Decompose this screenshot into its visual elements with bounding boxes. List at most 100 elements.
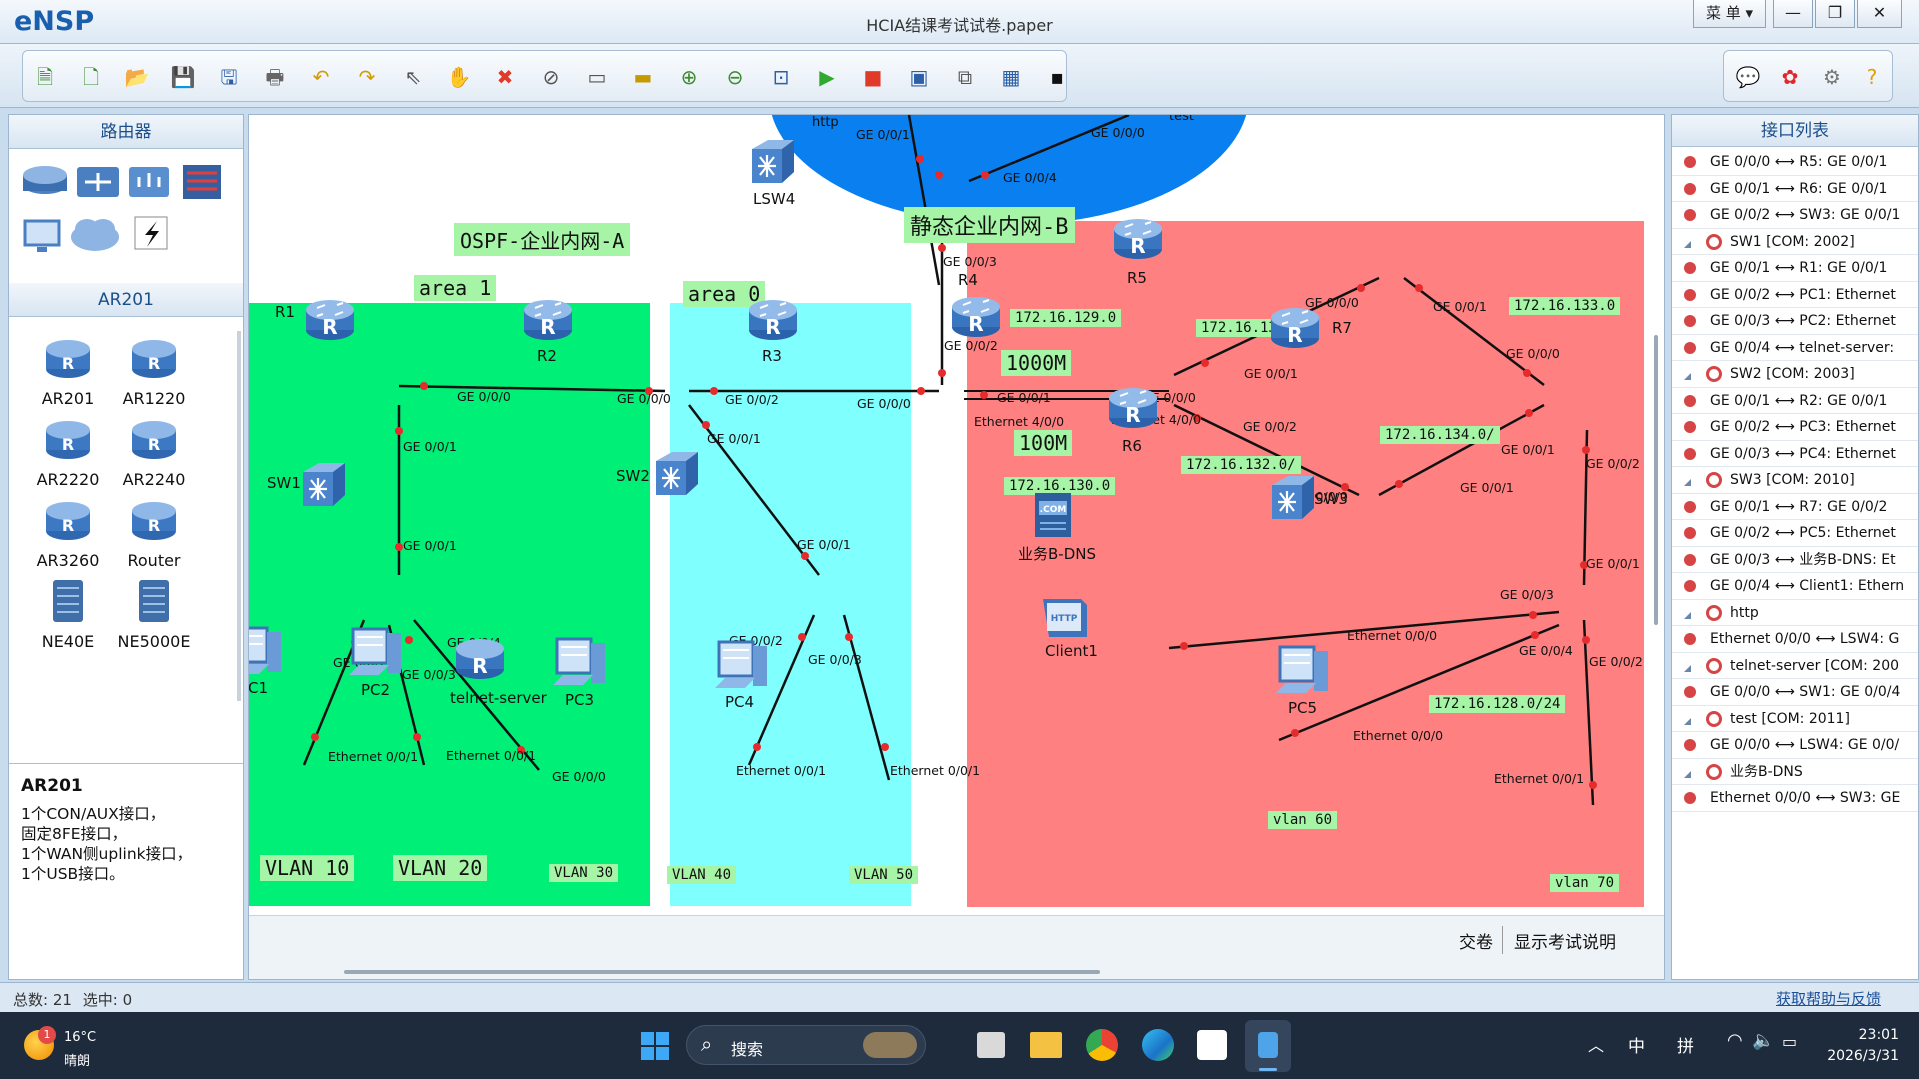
- ime-mode[interactable]: 拼: [1677, 1032, 1694, 1057]
- speed-100m-label[interactable]: 100M: [1014, 430, 1073, 456]
- battery-icon[interactable]: ▭: [1782, 1032, 1797, 1051]
- router-node[interactable]: R: [1106, 382, 1160, 436]
- zoom-in-icon[interactable]: ⊕: [675, 63, 703, 91]
- device-model-item[interactable]: R AR1220: [113, 335, 195, 408]
- device-model-item[interactable]: NE5000E: [113, 578, 195, 651]
- interface-row[interactable]: Ethernet 0/0/0 ⟷ SW3: GE: [1672, 785, 1918, 812]
- client-node[interactable]: HTTP: [1039, 595, 1091, 645]
- taskbar-search[interactable]: ⌕ 搜索: [686, 1025, 926, 1065]
- interface-row[interactable]: Ethernet 0/0/0 ⟷ LSW4: G: [1672, 626, 1918, 653]
- switch-node[interactable]: [746, 137, 798, 191]
- subnet-label[interactable]: 172.16.134.0/: [1380, 426, 1500, 444]
- edge-icon[interactable]: [1142, 1029, 1174, 1061]
- pc-category-icon[interactable]: [23, 219, 61, 252]
- interface-row[interactable]: GE 0/0/1 ⟷ R7: GE 0/0/2: [1672, 494, 1918, 520]
- interface-row[interactable]: GE 0/0/1 ⟷ R1: GE 0/0/1: [1672, 255, 1918, 282]
- interface-row[interactable]: GE 0/0/2 ⟷ SW3: GE 0/0/1: [1672, 202, 1918, 229]
- help-feedback-link[interactable]: 获取帮助与反馈: [1776, 988, 1881, 1009]
- weather-temp[interactable]: 16°C: [64, 1030, 96, 1045]
- interface-row[interactable]: GE 0/0/2 ⟷ PC5: Ethernet: [1672, 520, 1918, 547]
- interface-device-row[interactable]: SW3 [COM: 2010]: [1672, 467, 1918, 494]
- vlan-label[interactable]: VLAN 30: [549, 864, 619, 882]
- help-icon[interactable]: ?: [1858, 63, 1886, 91]
- device-model-item[interactable]: R AR201: [27, 335, 109, 408]
- telnet-server-node[interactable]: R: [453, 633, 507, 687]
- wifi-icon[interactable]: ◠: [1727, 1030, 1743, 1051]
- select-icon[interactable]: ⇖: [399, 63, 427, 91]
- windows-start-icon[interactable]: [641, 1032, 669, 1060]
- switch-category-icon[interactable]: [77, 167, 119, 197]
- speed-1000m-label[interactable]: 1000M: [1001, 350, 1072, 376]
- topology-canvas[interactable]: OSPF-企业内网-A 静态企业内网-B area 1 area 0 1000M…: [249, 115, 1664, 915]
- subnet-label[interactable]: 172.16.133.0: [1509, 297, 1621, 315]
- router-node[interactable]: R: [1111, 213, 1165, 267]
- undo-icon[interactable]: ↶: [307, 63, 335, 91]
- zone-a-title[interactable]: OSPF-企业内网-A: [454, 223, 631, 256]
- expand-arrow-icon[interactable]: [1684, 717, 1691, 725]
- vertical-scrollbar[interactable]: [1654, 335, 1658, 625]
- interface-row[interactable]: GE 0/0/2 ⟷ PC1: Ethernet: [1672, 282, 1918, 308]
- topology-icon[interactable]: ⧉: [951, 63, 979, 91]
- save-as-icon[interactable]: 🖫: [215, 63, 243, 91]
- expand-arrow-icon[interactable]: [1684, 240, 1691, 248]
- fit-window-icon[interactable]: ⊡: [767, 63, 795, 91]
- pc-node[interactable]: [249, 622, 287, 688]
- switch-node[interactable]: [297, 460, 349, 514]
- firewall-category-icon[interactable]: [183, 165, 221, 199]
- ime-lang[interactable]: 中: [1628, 1032, 1645, 1057]
- chat-icon[interactable]: 💬: [1734, 63, 1762, 91]
- interface-row[interactable]: GE 0/0/0 ⟷ R5: GE 0/0/1: [1672, 149, 1918, 176]
- dns-server-node[interactable]: .COM: [1031, 491, 1075, 543]
- router-node[interactable]: R: [949, 291, 1003, 345]
- vlan-label[interactable]: vlan 70: [1550, 874, 1620, 892]
- vlan-label[interactable]: vlan 60: [1268, 811, 1338, 829]
- delete-icon[interactable]: ✖: [491, 63, 519, 91]
- interface-device-row[interactable]: telnet-server [COM: 200: [1672, 653, 1918, 679]
- device-model-item[interactable]: R Router: [113, 497, 195, 570]
- stop-devices-icon[interactable]: ■: [859, 63, 887, 91]
- vlan-label[interactable]: VLAN 50: [849, 866, 919, 884]
- expand-arrow-icon[interactable]: [1684, 770, 1691, 778]
- interface-row[interactable]: GE 0/0/1 ⟷ R2: GE 0/0/1: [1672, 388, 1918, 414]
- expand-arrow-icon[interactable]: [1684, 611, 1691, 619]
- delete-link-icon[interactable]: ⊘: [537, 63, 565, 91]
- settings-icon[interactable]: ⚙: [1818, 63, 1846, 91]
- interface-row[interactable]: GE 0/0/3 ⟷ PC4: Ethernet: [1672, 441, 1918, 467]
- print-icon[interactable]: 🖶: [261, 63, 289, 91]
- expand-arrow-icon[interactable]: [1684, 664, 1691, 672]
- save-icon[interactable]: 💾: [169, 63, 197, 91]
- show-hidden-icons[interactable]: ︿: [1588, 1032, 1604, 1056]
- show-exam-desc-button[interactable]: 显示考试说明: [1514, 928, 1616, 953]
- pc-node[interactable]: [347, 623, 407, 689]
- submit-exam-button[interactable]: 交卷: [1459, 928, 1493, 953]
- store-icon[interactable]: [1197, 1030, 1227, 1060]
- router-node[interactable]: R: [746, 294, 800, 348]
- router-category-icon[interactable]: [23, 166, 67, 194]
- expand-arrow-icon[interactable]: [1684, 373, 1691, 380]
- minimize-button[interactable]: —: [1773, 0, 1813, 28]
- huawei-icon[interactable]: ✿: [1776, 63, 1804, 91]
- device-model-item[interactable]: R AR2220: [27, 416, 109, 489]
- pc-node[interactable]: [551, 633, 611, 699]
- menu-button[interactable]: 菜 单 ▾: [1693, 0, 1766, 28]
- pan-hand-icon[interactable]: ✋: [445, 63, 473, 91]
- area1-label[interactable]: area 1: [414, 275, 497, 301]
- interface-device-row[interactable]: http: [1672, 600, 1918, 626]
- interface-device-row[interactable]: 业务B-DNS: [1672, 759, 1918, 785]
- weather-text[interactable]: 晴朗: [64, 1050, 90, 1069]
- open-icon[interactable]: 📂: [123, 63, 151, 91]
- file-explorer-icon[interactable]: [1030, 1032, 1062, 1058]
- interface-device-row[interactable]: SW2 [COM: 2003]: [1672, 361, 1918, 388]
- shape-icon[interactable]: ▬: [629, 63, 657, 91]
- interface-row[interactable]: GE 0/0/0 ⟷ SW1: GE 0/0/4: [1672, 679, 1918, 706]
- clock-time[interactable]: 23:01: [1845, 1027, 1899, 1043]
- interface-row[interactable]: GE 0/0/0 ⟷ LSW4: GE 0/0/: [1672, 732, 1918, 759]
- interface-row[interactable]: GE 0/0/4 ⟷ Client1: Ethern: [1672, 573, 1918, 600]
- redo-icon[interactable]: ↷: [353, 63, 381, 91]
- wireless-category-icon[interactable]: [129, 167, 169, 197]
- router-node[interactable]: R: [521, 294, 575, 348]
- new-exam-icon[interactable]: 🗋: [77, 63, 105, 91]
- interface-row[interactable]: GE 0/0/1 ⟷ R6: GE 0/0/1: [1672, 176, 1918, 202]
- subnet-label[interactable]: 172.16.128.0/24: [1429, 695, 1566, 713]
- close-button[interactable]: ✕: [1857, 0, 1902, 28]
